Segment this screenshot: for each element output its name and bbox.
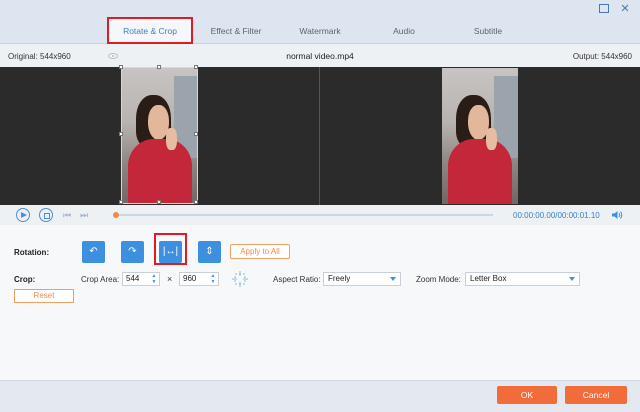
tab-audio[interactable]: Audio: [381, 17, 427, 44]
crop-width-value: 544: [126, 274, 140, 283]
spinner-icon[interactable]: ▲ ▼: [150, 273, 158, 285]
crop-handle[interactable]: [119, 65, 123, 69]
zoom-mode-select[interactable]: Letter Box: [465, 272, 580, 286]
previous-frame-icon[interactable]: ⏮: [62, 210, 72, 220]
chevron-down-icon: [569, 277, 575, 281]
crop-height-value: 960: [183, 274, 197, 283]
crop-height-input[interactable]: 960 ▲ ▼: [179, 272, 219, 286]
timeline-track[interactable]: [115, 214, 493, 216]
output-video-frame: [442, 68, 518, 204]
volume-icon[interactable]: [611, 210, 623, 220]
crop-selection-box[interactable]: [119, 65, 198, 204]
footer-bar: OK Cancel: [0, 380, 640, 412]
close-window-icon[interactable]: ✕: [619, 3, 631, 15]
aspect-ratio-label: Aspect Ratio:: [273, 275, 321, 284]
video-filename: normal video.mp4: [286, 51, 354, 61]
flip-vertical-icon: ⇕: [205, 246, 214, 257]
next-frame-icon[interactable]: ⏭: [79, 210, 89, 220]
play-icon[interactable]: [16, 208, 30, 222]
crop-handle[interactable]: [119, 132, 123, 136]
edit-controls: Rotation: ↶ ↷ |↔| ⇕ Apply to All Crop: C…: [0, 225, 640, 380]
crop-label: Crop:: [14, 275, 36, 284]
crop-handle[interactable]: [157, 200, 161, 204]
selected-button-highlight: [154, 233, 187, 265]
playback-time: 00:00:00.00/00:00:01.10: [513, 211, 600, 220]
title-bar: ✕ Rotate & Crop Effect & Filter Watermar…: [0, 0, 640, 44]
flip-vertical-button[interactable]: ⇕: [198, 241, 221, 263]
crop-handle[interactable]: [194, 200, 198, 204]
restore-window-icon[interactable]: [598, 3, 610, 15]
reset-button[interactable]: Reset: [14, 289, 74, 303]
info-bar: Original: 544x960 normal video.mp4 Outpu…: [0, 45, 640, 67]
rotation-label: Rotation:: [14, 248, 50, 257]
video-preview: [0, 65, 640, 205]
tab-watermark[interactable]: Watermark: [287, 17, 353, 44]
zoom-mode-value: Letter Box: [470, 274, 507, 283]
preview-divider: [319, 67, 320, 205]
tab-subtitle[interactable]: Subtitle: [463, 17, 513, 44]
timeline-playhead[interactable]: [113, 212, 119, 218]
times-symbol: ×: [167, 274, 173, 284]
rotate-right-icon: ↷: [128, 246, 137, 257]
zoom-mode-label: Zoom Mode:: [416, 275, 461, 284]
rotate-left-icon: ↶: [89, 246, 98, 257]
tab-rotate-crop[interactable]: Rotate & Crop: [107, 17, 193, 44]
crop-handle[interactable]: [157, 65, 161, 69]
tab-effect-filter[interactable]: Effect & Filter: [201, 17, 271, 44]
aspect-ratio-value: Freely: [328, 274, 351, 283]
ok-button[interactable]: OK: [497, 386, 557, 404]
center-crop-icon[interactable]: [232, 271, 248, 287]
spinner-icon[interactable]: ▲ ▼: [209, 273, 217, 285]
output-resolution: Output: 544x960: [572, 52, 632, 61]
crop-handle[interactable]: [194, 65, 198, 69]
apply-to-all-button[interactable]: Apply to All: [230, 244, 290, 259]
crop-area-label: Crop Area:: [81, 275, 120, 284]
crop-handle[interactable]: [119, 200, 123, 204]
chevron-down-icon: [390, 277, 396, 281]
aspect-ratio-select[interactable]: Freely: [323, 272, 401, 286]
cancel-button[interactable]: Cancel: [565, 386, 627, 404]
crop-handle[interactable]: [194, 132, 198, 136]
playback-bar: ⏮ ⏭ 00:00:00.00/00:00:01.10: [0, 205, 640, 225]
crop-width-input[interactable]: 544 ▲ ▼: [122, 272, 160, 286]
stop-icon[interactable]: [39, 208, 53, 222]
rotate-left-button[interactable]: ↶: [82, 241, 105, 263]
rotate-right-button[interactable]: ↷: [121, 241, 144, 263]
